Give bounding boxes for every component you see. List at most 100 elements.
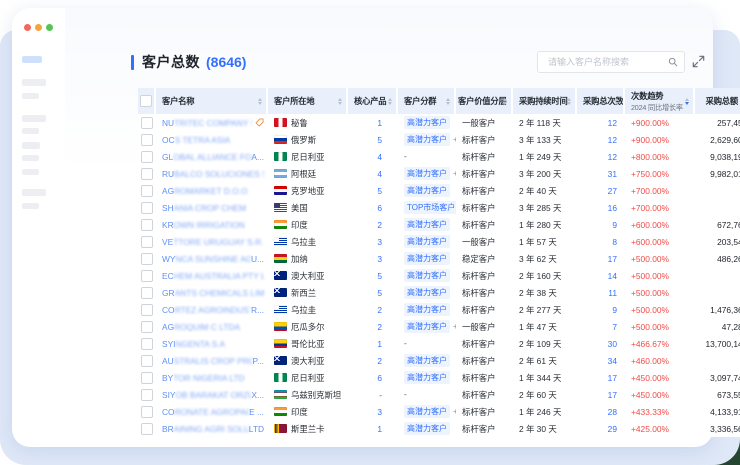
table-row[interactable]: KROWN IRRIGATION 印度 2 高潜力客户 标杆客户 1 年 280… [138, 216, 740, 233]
core-product-count[interactable]: 5 [377, 288, 382, 298]
search-input[interactable] [546, 56, 668, 68]
core-product-count[interactable]: 4 [377, 169, 382, 179]
core-product-count[interactable]: 5 [377, 271, 382, 281]
customer-name-link[interactable]: GRANTS CHEMICALS LIMITED [162, 288, 264, 298]
row-checkbox[interactable] [141, 338, 153, 350]
row-checkbox[interactable] [141, 202, 153, 214]
purchase-count[interactable]: 14 [608, 271, 617, 281]
row-checkbox[interactable] [141, 406, 153, 418]
purchase-count[interactable]: 17 [608, 254, 617, 264]
purchase-count[interactable]: 11 [608, 288, 617, 298]
sort-icon[interactable] [336, 98, 342, 105]
table-row[interactable]: BYTOR NIGERIA LTD 尼日利亚 6 高潜力客户 标杆客户 1 年 … [138, 369, 740, 386]
segment-tag[interactable]: TOP市场客户 [404, 201, 456, 214]
core-product-count[interactable]: 3 [377, 237, 382, 247]
sort-icon[interactable] [444, 98, 450, 105]
row-checkbox[interactable] [141, 372, 153, 384]
core-product-count[interactable]: 5 [377, 186, 382, 196]
purchase-count[interactable]: 27 [608, 186, 617, 196]
segment-tag[interactable]: 高潜力客户 [404, 167, 450, 180]
purchase-count[interactable]: 30 [608, 339, 617, 349]
customer-name-link[interactable]: AUSTRALIS CROP PROTECTION P... [162, 356, 264, 366]
customer-name-link[interactable]: NUTRITEC COMPANY S.A.C [162, 118, 252, 128]
core-product-count[interactable]: 6 [377, 203, 382, 213]
core-product-count[interactable]: 6 [377, 373, 382, 383]
sort-icon[interactable] [613, 98, 619, 105]
core-product-count[interactable]: 3 [377, 407, 382, 417]
purchase-count[interactable]: 31 [608, 169, 617, 179]
row-checkbox[interactable] [141, 321, 153, 333]
purchase-count[interactable]: 28 [608, 407, 617, 417]
purchase-count[interactable]: 34 [608, 356, 617, 366]
segment-tag[interactable]: 高潜力客户 [404, 133, 450, 146]
table-row[interactable]: AGROQUIM C LTDA 厄瓜多尔 2 高潜力客户 +1 一般客户 1 年… [138, 318, 740, 335]
table-row[interactable]: SYINGENTA S.A 哥伦比亚 1 - 标杆客户 2 年 109 天 30… [138, 335, 740, 352]
segment-tag[interactable]: 高潜力客户 [404, 405, 450, 418]
core-product-count[interactable]: 2 [377, 322, 382, 332]
sort-icon[interactable] [683, 98, 689, 105]
core-product-count[interactable]: 2 [377, 305, 382, 315]
table-row[interactable]: RUBALCO SOLUCIONES S.A 阿根廷 4 高潜力客户 +1 标杆… [138, 165, 740, 182]
row-checkbox[interactable] [141, 168, 153, 180]
purchase-count[interactable]: 9 [612, 220, 617, 230]
sort-icon[interactable] [256, 98, 262, 105]
segment-tag[interactable]: 高潜力客户 [404, 303, 450, 316]
customer-name-link[interactable]: WYNCA SUNSHINE AGRO PRODU... [162, 254, 264, 264]
row-checkbox[interactable] [141, 117, 153, 129]
purchase-count[interactable]: 7 [612, 322, 617, 332]
purchase-count[interactable]: 17 [608, 373, 617, 383]
segment-tag[interactable]: - [404, 151, 407, 162]
customer-name-link[interactable]: CORTEZ AGROINDUSTRIAL ALIANZ R... [162, 305, 264, 315]
customer-name-link[interactable]: SYINGENTA S.A [162, 339, 225, 349]
row-checkbox[interactable] [141, 287, 153, 299]
table-row[interactable]: VETTORE URUGUAY S.R.L 乌拉圭 3 高潜力客户 一般客户 1… [138, 233, 740, 250]
sort-icon[interactable] [386, 98, 392, 105]
core-product-count[interactable]: 5 [377, 135, 382, 145]
core-product-count[interactable]: 2 [377, 356, 382, 366]
sort-icon[interactable] [501, 98, 507, 105]
table-row[interactable]: GRANTS CHEMICALS LIMITED 新西兰 5 高潜力客户 标杆客… [138, 284, 740, 301]
row-checkbox[interactable] [141, 389, 153, 401]
segment-tag[interactable]: 高潜力客户 [404, 354, 450, 367]
row-checkbox[interactable] [141, 236, 153, 248]
customer-name-link[interactable]: CORONATE AGROPACK PRIVATE ... [162, 407, 264, 417]
segment-tag[interactable]: 高潜力客户 [404, 116, 450, 129]
row-checkbox[interactable] [141, 270, 153, 282]
core-product-count[interactable]: 4 [377, 152, 382, 162]
segment-tag[interactable]: 高潜力客户 [404, 184, 450, 197]
purchase-count[interactable]: 12 [608, 118, 617, 128]
segment-tag[interactable]: 高潜力客户 [404, 252, 450, 265]
row-checkbox[interactable] [141, 219, 153, 231]
customer-name-link[interactable]: AGROQUIM C LTDA [162, 322, 240, 332]
purchase-count[interactable]: 9 [612, 305, 617, 315]
table-row[interactable]: BRAINING AGRI SOLUTIONS PVT LTD 斯里兰卡 1 高… [138, 420, 740, 437]
customer-name-link[interactable]: AGROMARKET D.O.O [162, 186, 247, 196]
row-checkbox[interactable] [141, 355, 153, 367]
search-icon[interactable] [668, 57, 678, 67]
purchase-count[interactable]: 29 [608, 424, 617, 434]
row-checkbox[interactable] [141, 423, 153, 435]
customer-name-link[interactable]: VETTORE URUGUAY S.R.L [162, 237, 264, 247]
customer-name-link[interactable]: ECHEM AUSTRALIA PTY LIMITED [162, 271, 264, 281]
segment-tag[interactable]: 高潜力客户 [404, 269, 450, 282]
row-checkbox[interactable] [141, 304, 153, 316]
table-row[interactable]: ECHEM AUSTRALIA PTY LIMITED 澳大利亚 5 高潜力客户… [138, 267, 740, 284]
table-row[interactable]: AUSTRALIS CROP PROTECTION P... 澳大利亚 2 高潜… [138, 352, 740, 369]
segment-tag[interactable]: 高潜力客户 [404, 218, 450, 231]
purchase-count[interactable]: 17 [608, 390, 617, 400]
purchase-count[interactable]: 12 [608, 152, 617, 162]
core-product-count[interactable]: 1 [377, 339, 382, 349]
segment-tag[interactable]: 高潜力客户 [404, 320, 450, 333]
segment-tag[interactable]: 高潜力客户 [404, 286, 450, 299]
row-checkbox[interactable] [141, 185, 153, 197]
purchase-count[interactable]: 12 [608, 135, 617, 145]
sort-icon[interactable] [565, 98, 571, 105]
row-checkbox[interactable] [141, 151, 153, 163]
core-product-count[interactable]: 1 [377, 424, 382, 434]
purchase-count[interactable]: 16 [608, 203, 617, 213]
table-row[interactable]: GLOBAL ALLIANCE FOR CHEMICA... 尼日利亚 4 - … [138, 148, 740, 165]
customer-name-link[interactable]: BRAINING AGRI SOLUTIONS PVT LTD [162, 424, 264, 434]
row-checkbox[interactable] [141, 253, 153, 265]
purchase-count[interactable]: 8 [612, 237, 617, 247]
core-product-count[interactable]: - [379, 390, 382, 400]
